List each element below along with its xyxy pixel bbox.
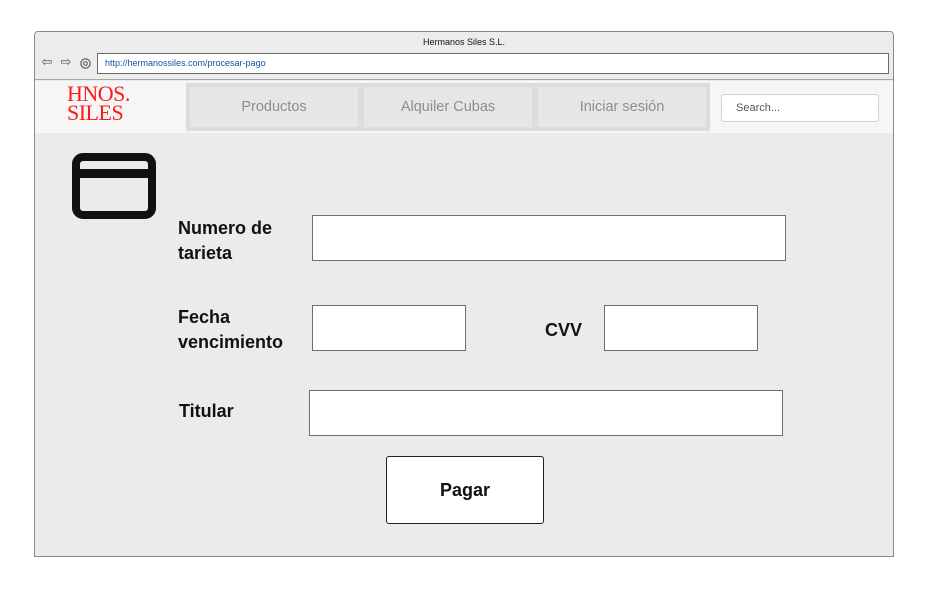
credit-card-icon xyxy=(72,153,156,224)
nav-item-alquiler-cubas[interactable]: Alquiler Cubas xyxy=(364,87,532,127)
card-number-field[interactable] xyxy=(312,215,786,261)
card-number-label: Numero de tarieta xyxy=(178,218,273,263)
main-nav: Productos Alquiler Cubas Iniciar sesión xyxy=(186,83,710,131)
search-input[interactable] xyxy=(721,94,879,122)
site-header: HNOS. SILES Productos Alquiler Cubas Ini… xyxy=(35,81,893,133)
expiry-label: Fecha vencimiento xyxy=(178,307,284,352)
reload-icon[interactable] xyxy=(78,56,92,70)
address-bar[interactable]: http://hermanossiles.com/procesar-pago xyxy=(97,53,889,74)
cvv-field[interactable] xyxy=(604,305,758,351)
window-title: Hermanos Siles S.L. xyxy=(422,37,506,47)
nav-item-productos[interactable]: Productos xyxy=(190,87,358,127)
pay-button[interactable]: Pagar xyxy=(386,456,544,524)
logo[interactable]: HNOS. SILES xyxy=(67,83,139,124)
forward-arrow-icon[interactable]: ⇨ xyxy=(59,56,73,70)
browser-titlebar: Hermanos Siles S.L. ⇦ ⇨ http://hermanoss… xyxy=(35,32,893,80)
back-arrow-icon[interactable]: ⇦ xyxy=(40,56,54,70)
holder-field[interactable] xyxy=(309,390,783,436)
browser-window: Hermanos Siles S.L. ⇦ ⇨ http://hermanoss… xyxy=(34,31,894,557)
nav-item-iniciar-sesion[interactable]: Iniciar sesión xyxy=(538,87,706,127)
expiry-field[interactable] xyxy=(312,305,466,351)
holder-label: Titular xyxy=(179,401,234,421)
cvv-label: CVV xyxy=(545,320,583,340)
